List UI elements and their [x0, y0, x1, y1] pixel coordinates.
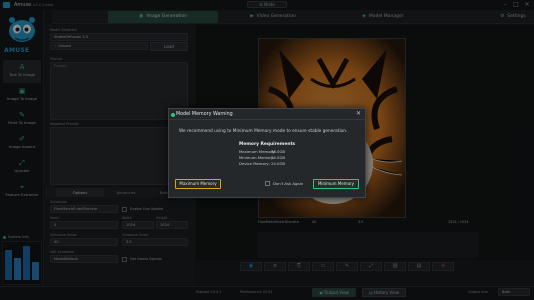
memory-warning-dialog: Model Memory Warning ✕ We recommend usin… [168, 108, 366, 198]
requirements-title: Memory Requirements [239, 142, 296, 147]
req-value: 38.0GB [271, 149, 286, 154]
dont-ask-label: Don't Ask Again [273, 181, 304, 186]
dialog-title: Model Memory Warning [176, 112, 233, 117]
dont-ask-checkbox[interactable] [265, 181, 270, 186]
dialog-close-icon[interactable]: ✕ [356, 110, 361, 117]
maximum-memory-button[interactable]: Maximum Memory [175, 179, 221, 189]
minimum-memory-button[interactable]: Minimum Memory [313, 179, 359, 189]
req-value: 24.0GB [271, 155, 286, 160]
req-row-min: Minimum Memory: 24.0GB [239, 155, 285, 160]
dialog-divider [169, 119, 365, 120]
req-label: Minimum Memory: [239, 155, 275, 160]
app-status-icon [171, 113, 175, 117]
dialog-message: We recommend using to Minimum Memory mod… [179, 129, 348, 134]
req-row-device: Device Memory: 24.0GB [239, 161, 285, 166]
req-label: Device Memory: [239, 161, 270, 166]
req-label: Maximum Memory: [239, 149, 276, 154]
req-value: 24.0GB [271, 161, 286, 166]
req-row-max: Maximum Memory: 38.0GB [239, 149, 285, 154]
